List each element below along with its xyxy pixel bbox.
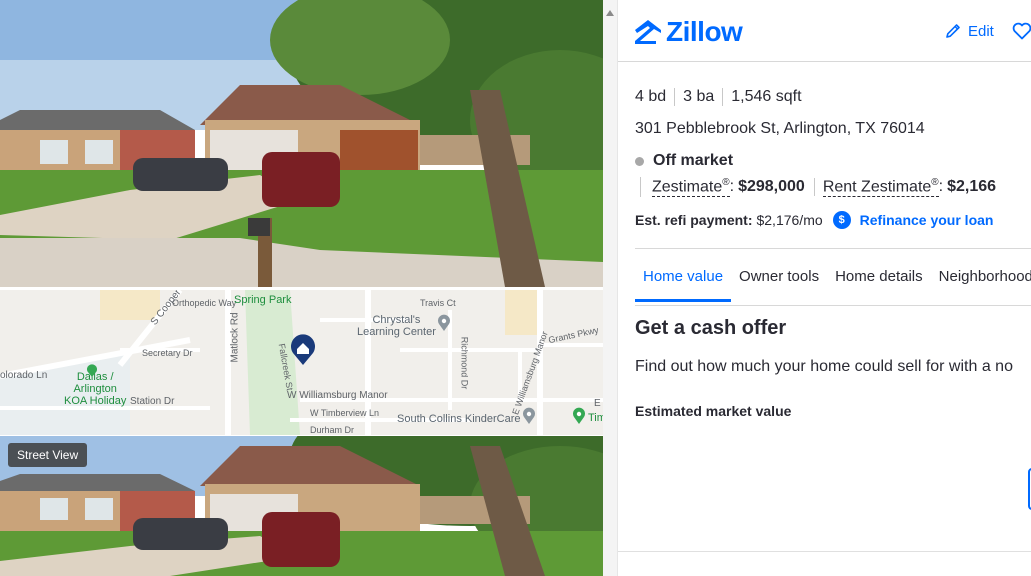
edit-button[interactable]: Edit (944, 22, 994, 40)
baths-count: 3 ba (674, 88, 722, 106)
map-label-w-williamsburg-manor: W Williamsburg Manor (287, 390, 388, 401)
map-label-e: E (594, 398, 601, 409)
refinance-link[interactable]: Refinance your loan (860, 212, 994, 228)
brand-name: Zillow (666, 16, 743, 47)
map-label-orthopedic-way: Orthopedic Way (172, 298, 237, 308)
school-pin-icon[interactable] (522, 407, 536, 425)
rent-zestimate-label: Rent Zestimate (822, 178, 932, 196)
beds-count: 4 bd (635, 88, 667, 105)
map-label-colorado-ln: olorado Ln (0, 370, 48, 381)
zillow-logo-icon (635, 20, 661, 44)
sqft-value: 1,546 sqft (722, 88, 809, 106)
park-pin-icon[interactable] (572, 407, 586, 425)
map-poi-chrystals-line2: Learning Center (357, 326, 436, 338)
heart-icon (1012, 22, 1031, 40)
map-poi-dallas-koa-line3: KOA Holiday (64, 395, 127, 407)
tab-home-value[interactable]: Home value (635, 258, 732, 302)
map-label-durham-dr: Durham Dr (310, 425, 355, 435)
location-map[interactable]: S Cooper Orthopedic Way Matlock Rd Secre… (0, 290, 603, 435)
map-label-richmond-dr: Richmond Dr (459, 336, 470, 390)
media-scrollbar[interactable] (603, 0, 617, 576)
map-label-secretary-dr: Secretary Dr (142, 348, 193, 358)
map-poi-chrystals-line1: Chrystal's (372, 314, 421, 326)
map-label-spring-park: Spring Park (234, 294, 292, 306)
rent-zestimate-link[interactable]: Rent Zestimate® (822, 177, 939, 198)
status-label: Off market (653, 152, 734, 169)
street-view-badge[interactable]: Street View (8, 443, 88, 467)
dollar-icon: $ (832, 211, 851, 229)
save-home-button[interactable] (1012, 22, 1031, 45)
rent-zestimate-colon: : (938, 178, 944, 196)
pencil-icon (946, 24, 960, 38)
scroll-up-arrow-icon[interactable] (606, 10, 614, 16)
map-poi-dallas-koa-line2: Arlington (73, 383, 117, 395)
zestimate-label: Zestimate (652, 178, 723, 196)
tab-neighborhood[interactable]: Neighborhood (931, 258, 1031, 302)
tab-owner-tools[interactable]: Owner tools (731, 258, 827, 302)
rent-zestimate-reg-mark: ® (931, 177, 939, 188)
refi-row: Est. refi payment: $2,176/mo $ Refinance… (635, 211, 993, 229)
cash-offer-description: Find out how much your home could sell f… (635, 358, 1013, 375)
edit-label: Edit (968, 22, 994, 40)
zestimate-row: Zestimate®: $298,000 Rent Zestimate®: $2… (640, 177, 997, 198)
home-address: 301 Pebblebrook St, Arlington, TX 76014 (635, 120, 925, 137)
campground-pin-icon (87, 364, 97, 377)
zestimate-reg-mark: ® (722, 177, 730, 188)
map-poi-chrystals[interactable]: Chrystal's Learning Center (357, 314, 436, 338)
zestimate-value: $298,000 (738, 178, 805, 196)
refi-label: Est. refi payment: (635, 212, 753, 228)
map-label-station-dr: Station Dr (130, 396, 175, 407)
media-gallery: S Cooper Orthopedic Way Matlock Rd Secre… (0, 0, 603, 576)
zestimate-link[interactable]: Zestimate® (652, 177, 730, 198)
map-poi-south-collins[interactable]: South Collins KinderCare (397, 413, 521, 425)
cash-offer-title: Get a cash offer (635, 317, 787, 339)
tab-home-details[interactable]: Home details (827, 258, 931, 302)
house-photo[interactable] (0, 0, 603, 287)
bottom-divider (618, 551, 1031, 552)
map-label-matlock-rd: Matlock Rd (229, 312, 241, 363)
header-divider (618, 61, 1031, 62)
map-label-w-timberview-ln: W Timberview Ln (310, 408, 380, 418)
street-view-photo[interactable] (0, 436, 603, 576)
tabs-divider (635, 305, 1031, 306)
detail-tabs: Home value Owner tools Home details Neig… (635, 258, 1031, 302)
map-label-travis-ct: Travis Ct (420, 298, 456, 308)
status-dot-icon (635, 156, 644, 166)
zestimate-colon: : (729, 178, 735, 196)
home-pin-icon[interactable] (289, 332, 317, 366)
zestimate-divider (813, 178, 815, 197)
rent-zestimate-value: $2,166 (947, 178, 997, 196)
place-pin-icon[interactable] (437, 314, 451, 332)
home-facts: 4 bd 3 ba 1,546 sqft (635, 88, 810, 106)
zillow-logo[interactable]: Zillow (634, 16, 743, 48)
home-details-panel: Zillow Edit 4 bd 3 ba 1,546 sqft 301 Peb… (617, 0, 1031, 576)
refi-value: $2,176/mo (756, 212, 823, 228)
listing-status: Off market (635, 152, 733, 170)
estimated-market-value-label: Estimated market value (635, 403, 792, 419)
map-label-tim: Tim (588, 412, 603, 424)
summary-divider (635, 248, 1031, 249)
